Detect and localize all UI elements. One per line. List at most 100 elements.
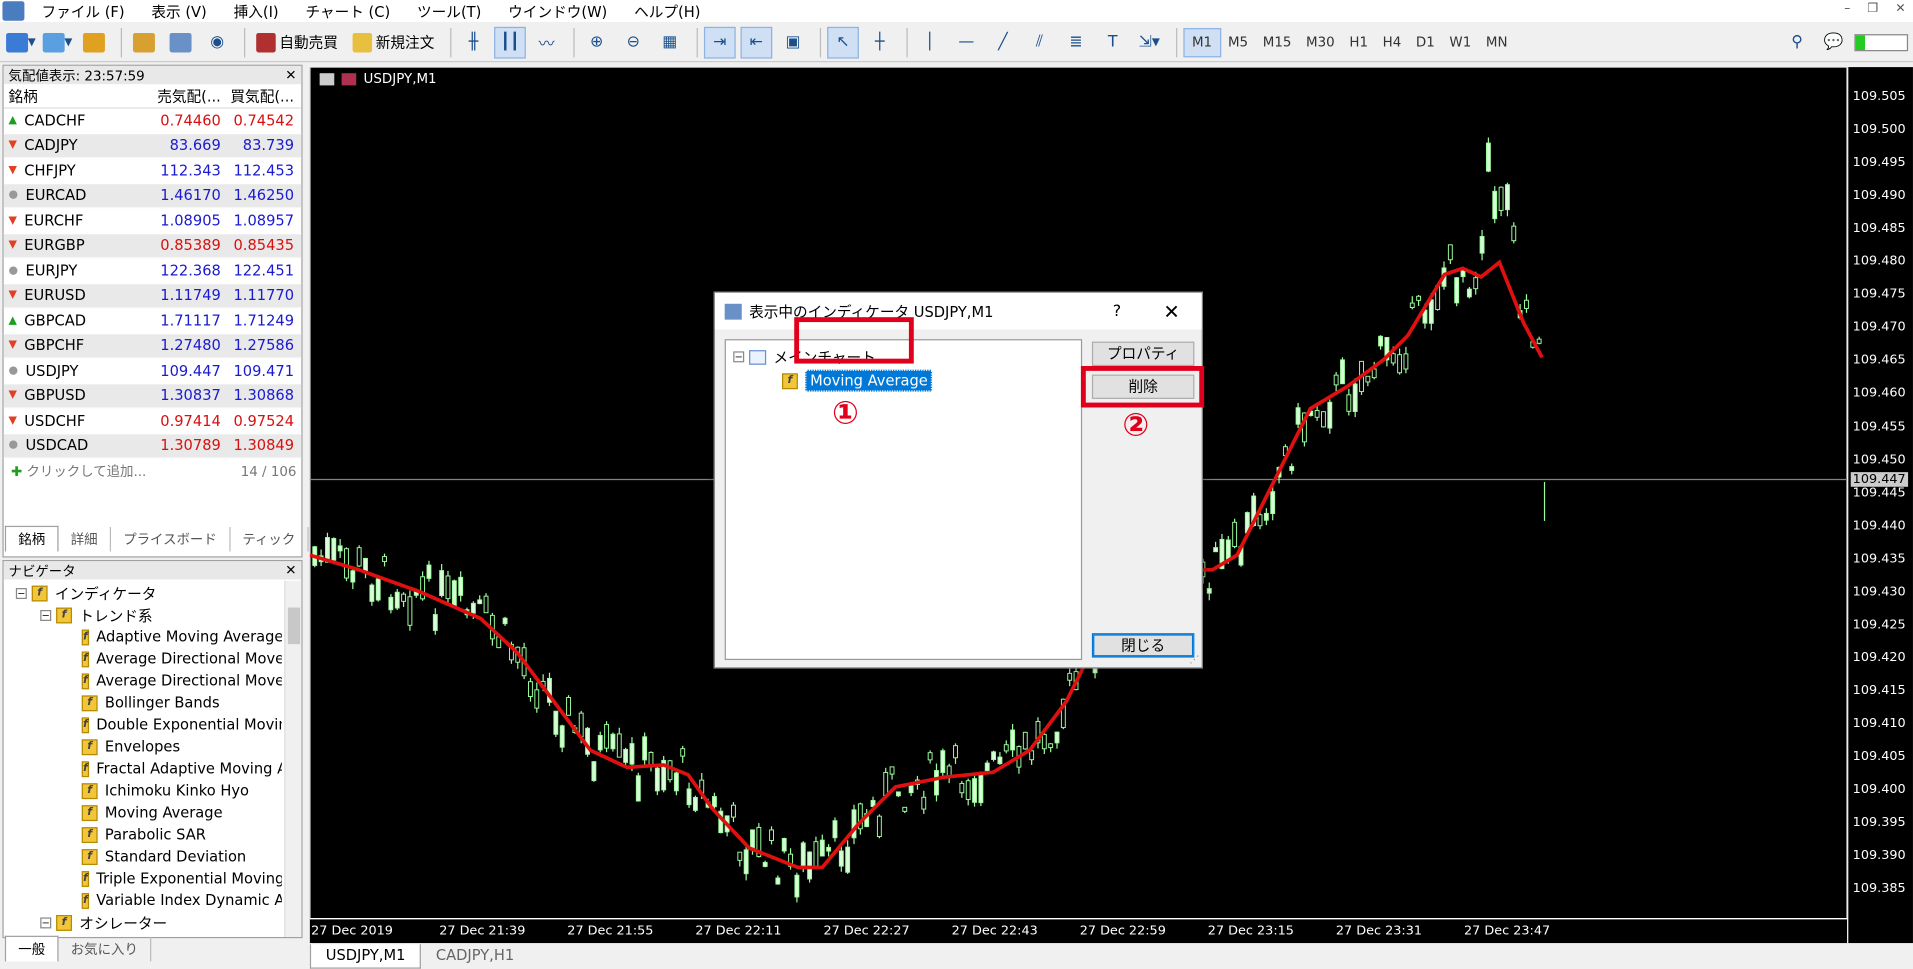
market-watch-row[interactable]: ▼ USDCHF 0.97414 0.97524: [3, 409, 302, 434]
col-bid[interactable]: 売気配(...: [155, 85, 226, 106]
tf-M1[interactable]: M1: [1183, 27, 1221, 57]
tf-MN[interactable]: MN: [1479, 27, 1515, 56]
line-chart-icon[interactable]: 〰: [531, 26, 563, 58]
market-watch-row[interactable]: ▲ GBPCAD 1.71117 1.71249: [3, 309, 302, 334]
nav-indicator-item[interactable]: f Adaptive Moving Average: [16, 626, 282, 648]
nav-indicator-item[interactable]: f Triple Exponential Moving: [16, 867, 282, 889]
indicators-icon[interactable]: ▣: [777, 26, 809, 58]
menu-insert[interactable]: 挿入(I): [221, 1, 293, 22]
close-icon[interactable]: ✕: [1163, 300, 1179, 323]
market-watch-row[interactable]: ▼ CADJPY 83.669 83.739: [3, 133, 302, 159]
nav-indicator-item[interactable]: f Bollinger Bands: [16, 692, 282, 714]
new-chart-icon[interactable]: ▾: [5, 26, 37, 58]
col-ask[interactable]: 買気配(...: [226, 85, 299, 106]
tab-general[interactable]: 一般: [4, 935, 59, 962]
bar-chart-icon[interactable]: ╫: [458, 26, 490, 58]
market-watch-row[interactable]: ● USDCAD 1.30789 1.30849: [3, 433, 302, 459]
nav-indicator-item[interactable]: f Average Directional Movement: [16, 648, 282, 670]
close-icon[interactable]: ✕: [285, 67, 296, 83]
nav-indicators[interactable]: − f インディケータ: [15, 582, 282, 604]
market-watch-row[interactable]: ● EURJPY 122.368 122.451: [3, 259, 302, 284]
market-watch-row[interactable]: ▼ EURUSD 1.11749 1.11770: [3, 283, 302, 309]
zoom-out-icon[interactable]: ⊖: [617, 26, 649, 58]
tf-M30[interactable]: M30: [1299, 27, 1342, 56]
indicator-icon: f: [81, 628, 89, 645]
tf-H1[interactable]: H1: [1342, 27, 1375, 56]
chart-tab-usdjpy[interactable]: USDJPY,M1: [309, 944, 422, 969]
trendline-icon[interactable]: ╱: [987, 26, 1019, 58]
nav-indicator-item[interactable]: f Fractal Adaptive Moving Average: [16, 758, 282, 780]
fibonacci-icon[interactable]: ≣: [1060, 26, 1092, 58]
cursor-icon[interactable]: ↖: [827, 26, 859, 58]
chart-tab-cadjpy[interactable]: CADJPY,H1: [421, 944, 529, 968]
signal-icon[interactable]: ◉: [201, 26, 233, 58]
tf-W1[interactable]: W1: [1442, 27, 1478, 56]
market-watch-row[interactable]: ▼ GBPCHF 1.27480 1.27586: [3, 333, 302, 359]
new-order-button[interactable]: 新規注文: [348, 26, 440, 58]
symbol-name: EURJPY: [25, 261, 78, 280]
market-watch-row[interactable]: ▼ GBPUSD 1.30837 1.30868: [3, 383, 302, 409]
market-watch-icon[interactable]: [128, 26, 160, 58]
minimize-icon[interactable]: –: [1844, 2, 1850, 15]
market-watch-row[interactable]: ▼ EURGBP 0.85389 0.85435: [3, 233, 302, 259]
navigator-icon[interactable]: [165, 26, 197, 58]
tf-M15[interactable]: M15: [1255, 27, 1298, 56]
close-icon[interactable]: ✕: [1895, 2, 1905, 15]
chat-icon[interactable]: 💬: [1818, 26, 1850, 58]
equidistant-channel-icon[interactable]: ⫽: [1024, 26, 1056, 58]
nav-oscillators[interactable]: − f オシレーター: [16, 911, 282, 933]
nav-indicator-item[interactable]: f Ichimoku Kinko Hyo: [16, 780, 282, 802]
properties-button[interactable]: プロパティ: [1091, 341, 1195, 366]
candle-chart-icon[interactable]: ┃┃: [494, 26, 526, 58]
nav-indicator-item[interactable]: f Variable Index Dynamic Average: [16, 889, 282, 911]
tab-favorites[interactable]: お気に入り: [59, 936, 152, 962]
col-symbol[interactable]: 銘柄: [4, 85, 155, 106]
arrows-icon[interactable]: ⇲▾: [1133, 26, 1165, 58]
tab-priceboard[interactable]: プライスボード: [111, 527, 231, 552]
navigator-scrollbar[interactable]: [284, 580, 302, 937]
menu-view[interactable]: 表示 (V): [139, 1, 221, 22]
market-watch-row[interactable]: ● EURCAD 1.46170 1.46250: [3, 183, 302, 209]
nav-indicator-item[interactable]: f Double Exponential Moving: [16, 714, 282, 736]
tf-M5[interactable]: M5: [1221, 27, 1256, 56]
market-watch-row[interactable]: ● USDJPY 109.447 109.471: [3, 359, 302, 384]
tab-symbols[interactable]: 銘柄: [4, 525, 59, 552]
crosshair-icon[interactable]: ┼: [864, 26, 896, 58]
menu-tools[interactable]: ツール(T): [405, 1, 496, 22]
nav-indicator-item[interactable]: f Average Directional Movement: [16, 670, 282, 692]
help-icon[interactable]: ?: [1113, 302, 1121, 320]
menu-window[interactable]: ウインドウ(W): [496, 1, 622, 22]
nav-indicator-item[interactable]: f Envelopes: [16, 736, 282, 758]
autotrade-button[interactable]: 自動売買: [251, 26, 343, 58]
menu-help[interactable]: ヘルプ(H): [622, 1, 715, 22]
nav-trend[interactable]: − f トレンド系: [16, 604, 282, 626]
zoom-in-icon[interactable]: ⊕: [581, 26, 613, 58]
autoscroll-icon[interactable]: ⇥: [703, 26, 736, 58]
nav-indicator-item[interactable]: f Parabolic SAR: [16, 824, 282, 846]
chart-shift-icon[interactable]: ⇤: [740, 26, 773, 58]
resize-grip-icon[interactable]: ⋰: [1190, 654, 1200, 665]
restore-icon[interactable]: ❐: [1867, 2, 1878, 15]
add-symbol-link[interactable]: ✚ クリックして追加...: [11, 461, 146, 481]
tab-ticks[interactable]: ティック: [230, 527, 309, 552]
menu-file[interactable]: ファイル (F): [29, 1, 139, 22]
market-watch-row[interactable]: ▼ EURCHF 1.08905 1.08957: [3, 209, 302, 234]
terminal-icon[interactable]: [78, 26, 110, 58]
horizontal-line-icon[interactable]: —: [950, 26, 982, 58]
text-icon[interactable]: T: [1097, 26, 1129, 58]
tree-moving-average[interactable]: f Moving Average: [782, 369, 933, 392]
market-watch-row[interactable]: ▼ CHFJPY 112.343 112.453: [3, 159, 302, 184]
nav-indicator-item[interactable]: f Standard Deviation: [16, 845, 282, 867]
profiles-icon[interactable]: ▾: [41, 26, 73, 58]
nav-indicator-item[interactable]: f Moving Average: [16, 802, 282, 824]
close-button[interactable]: 閉じる: [1091, 633, 1195, 658]
search-icon[interactable]: ⚲: [1781, 26, 1813, 58]
vertical-line-icon[interactable]: │: [914, 26, 946, 58]
market-watch-row[interactable]: ▲ CADCHF 0.74460 0.74542: [3, 109, 302, 134]
tf-H4[interactable]: H4: [1375, 27, 1408, 56]
tf-D1[interactable]: D1: [1409, 27, 1443, 56]
menu-chart[interactable]: チャート (C): [293, 1, 405, 22]
close-icon[interactable]: ✕: [285, 562, 296, 578]
tab-details[interactable]: 詳細: [59, 527, 112, 552]
tile-icon[interactable]: ▦: [654, 26, 686, 58]
